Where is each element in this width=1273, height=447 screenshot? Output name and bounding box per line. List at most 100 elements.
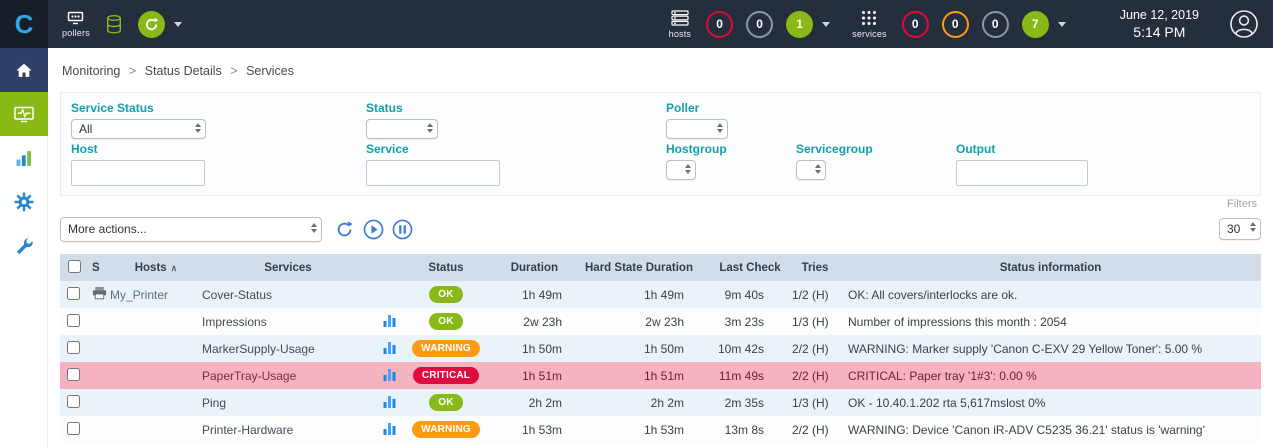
row-checkbox[interactable] <box>67 395 80 408</box>
pause-button[interactable] <box>390 217 414 241</box>
sidebar-item-administration[interactable] <box>0 224 48 268</box>
pollers-menu[interactable]: pollers <box>62 11 90 38</box>
service-link[interactable]: Ping <box>202 396 226 410</box>
breadcrumb-status-details[interactable]: Status Details <box>145 64 222 78</box>
row-checkbox[interactable] <box>67 368 80 381</box>
service-link[interactable]: MarkerSupply-Usage <box>202 342 315 356</box>
graph-icon[interactable] <box>383 314 396 327</box>
breadcrumb-separator: > <box>129 64 136 78</box>
poller-chevron-down-icon[interactable] <box>174 22 182 27</box>
filters-collapse-link[interactable]: Filters <box>48 196 1273 211</box>
duration-cell: 2w 23h <box>488 308 568 335</box>
host-link[interactable]: My_Printer <box>110 288 168 302</box>
header-last-check[interactable]: Last Check <box>710 254 790 281</box>
row-checkbox[interactable] <box>67 314 80 327</box>
play-button[interactable] <box>361 217 385 241</box>
row-checkbox[interactable] <box>67 287 80 300</box>
output-label: Output <box>956 142 1088 156</box>
graph-icon[interactable] <box>383 395 396 408</box>
select-arrows-icon <box>427 123 433 133</box>
last-check-cell: 9m 40s <box>710 281 790 308</box>
header-duration[interactable]: Duration <box>488 254 568 281</box>
sidebar-item-reporting[interactable] <box>0 136 48 180</box>
service-link[interactable]: Printer-Hardware <box>202 423 293 437</box>
service-input[interactable] <box>366 160 500 186</box>
sidebar-item-configuration[interactable] <box>0 180 48 224</box>
header-hard-state-duration[interactable]: Hard State Duration <box>568 254 710 281</box>
rows-per-page-select[interactable]: 30 <box>1219 218 1261 240</box>
tries-cell: 2/2 (H) <box>790 335 840 362</box>
status-badge: CRITICAL <box>413 367 479 384</box>
row-checkbox[interactable] <box>67 422 80 435</box>
hosts-unreachable-badge[interactable]: 0 <box>746 11 773 38</box>
graph-icon[interactable] <box>383 422 396 435</box>
header-status-information[interactable]: Status information <box>840 254 1261 281</box>
breadcrumb-services[interactable]: Services <box>246 64 294 78</box>
services-warning-badge[interactable]: 0 <box>942 11 969 38</box>
select-all-checkbox[interactable] <box>68 260 81 273</box>
breadcrumb-monitoring[interactable]: Monitoring <box>62 64 120 78</box>
row-checkbox[interactable] <box>67 341 80 354</box>
topbar: C pollers hosts <box>0 0 1273 48</box>
more-actions-select[interactable]: More actions... <box>60 217 322 242</box>
services-menu[interactable]: services <box>852 10 887 39</box>
refresh-button[interactable] <box>332 217 356 241</box>
select-arrows-icon <box>311 223 317 233</box>
services-critical-badge[interactable]: 0 <box>902 11 929 38</box>
table-row: Printer-Hardware WARNING 1h 53m 1h 53m 1… <box>60 416 1261 443</box>
poller-select[interactable] <box>666 119 728 139</box>
servicegroup-select[interactable] <box>796 160 826 180</box>
poller-status-button[interactable] <box>138 11 165 38</box>
host-input[interactable] <box>71 160 205 186</box>
tries-cell: 2/2 (H) <box>790 416 840 443</box>
hostgroup-select[interactable] <box>666 160 696 180</box>
breadcrumb-separator: > <box>230 64 237 78</box>
services-unknown-badge[interactable]: 0 <box>982 11 1009 38</box>
output-input[interactable] <box>956 160 1088 186</box>
sidebar-item-monitoring[interactable] <box>0 92 48 136</box>
hosts-menu[interactable]: hosts <box>669 10 692 39</box>
hard-state-duration-cell: 1h 50m <box>568 335 710 362</box>
monitoring-pulse-icon <box>14 106 34 123</box>
databases-status[interactable] <box>106 15 122 34</box>
home-icon <box>15 62 33 78</box>
service-link[interactable]: PaperTray-Usage <box>202 369 296 383</box>
poller-label: Poller <box>666 101 728 115</box>
user-menu[interactable] <box>1229 9 1259 39</box>
status-information-cell: WARNING: Marker supply 'Canon C-EXV 29 Y… <box>840 335 1261 362</box>
printer-icon <box>92 286 107 300</box>
services-ok-badge[interactable]: 7 <box>1022 11 1049 38</box>
header-s[interactable]: S <box>88 254 110 281</box>
header-hosts[interactable]: Hosts∧ <box>110 254 202 281</box>
last-check-cell: 10m 42s <box>710 335 790 362</box>
sidebar-item-home[interactable] <box>0 48 48 92</box>
database-icon <box>106 15 122 34</box>
hosts-up-badge[interactable]: 1 <box>786 11 813 38</box>
header-tries[interactable]: Tries <box>790 254 840 281</box>
header-services[interactable]: Services <box>202 254 374 281</box>
select-arrows-icon <box>815 164 821 174</box>
centreon-logo[interactable]: C <box>0 0 48 48</box>
service-status-select[interactable]: All <box>71 119 206 139</box>
graph-icon[interactable] <box>383 368 396 381</box>
services-status-group: services 0 0 0 7 <box>852 10 1066 39</box>
hosts-chevron-down-icon[interactable] <box>822 22 830 27</box>
last-check-cell: 13m 8s <box>710 416 790 443</box>
graph-icon[interactable] <box>383 341 396 354</box>
last-check-cell: 11m 49s <box>710 362 790 389</box>
header-status[interactable]: Status <box>404 254 488 281</box>
status-label: Status <box>366 101 438 115</box>
status-select[interactable] <box>366 119 438 139</box>
service-link[interactable]: Cover-Status <box>202 288 272 302</box>
select-all-header[interactable] <box>60 254 88 281</box>
hosts-status-group: hosts 0 0 1 <box>669 10 831 39</box>
clock-time: 5:14 PM <box>1120 23 1199 41</box>
services-table: S Hosts∧ Services Status Duration Hard S… <box>60 254 1261 443</box>
duration-cell: 1h 49m <box>488 281 568 308</box>
service-label: Service <box>366 142 500 156</box>
table-row: MarkerSupply-Usage WARNING 1h 50m 1h 50m… <box>60 335 1261 362</box>
hosts-down-badge[interactable]: 0 <box>706 11 733 38</box>
services-chevron-down-icon[interactable] <box>1058 22 1066 27</box>
service-link[interactable]: Impressions <box>202 315 267 329</box>
rows-per-page-value: 30 <box>1227 222 1240 236</box>
